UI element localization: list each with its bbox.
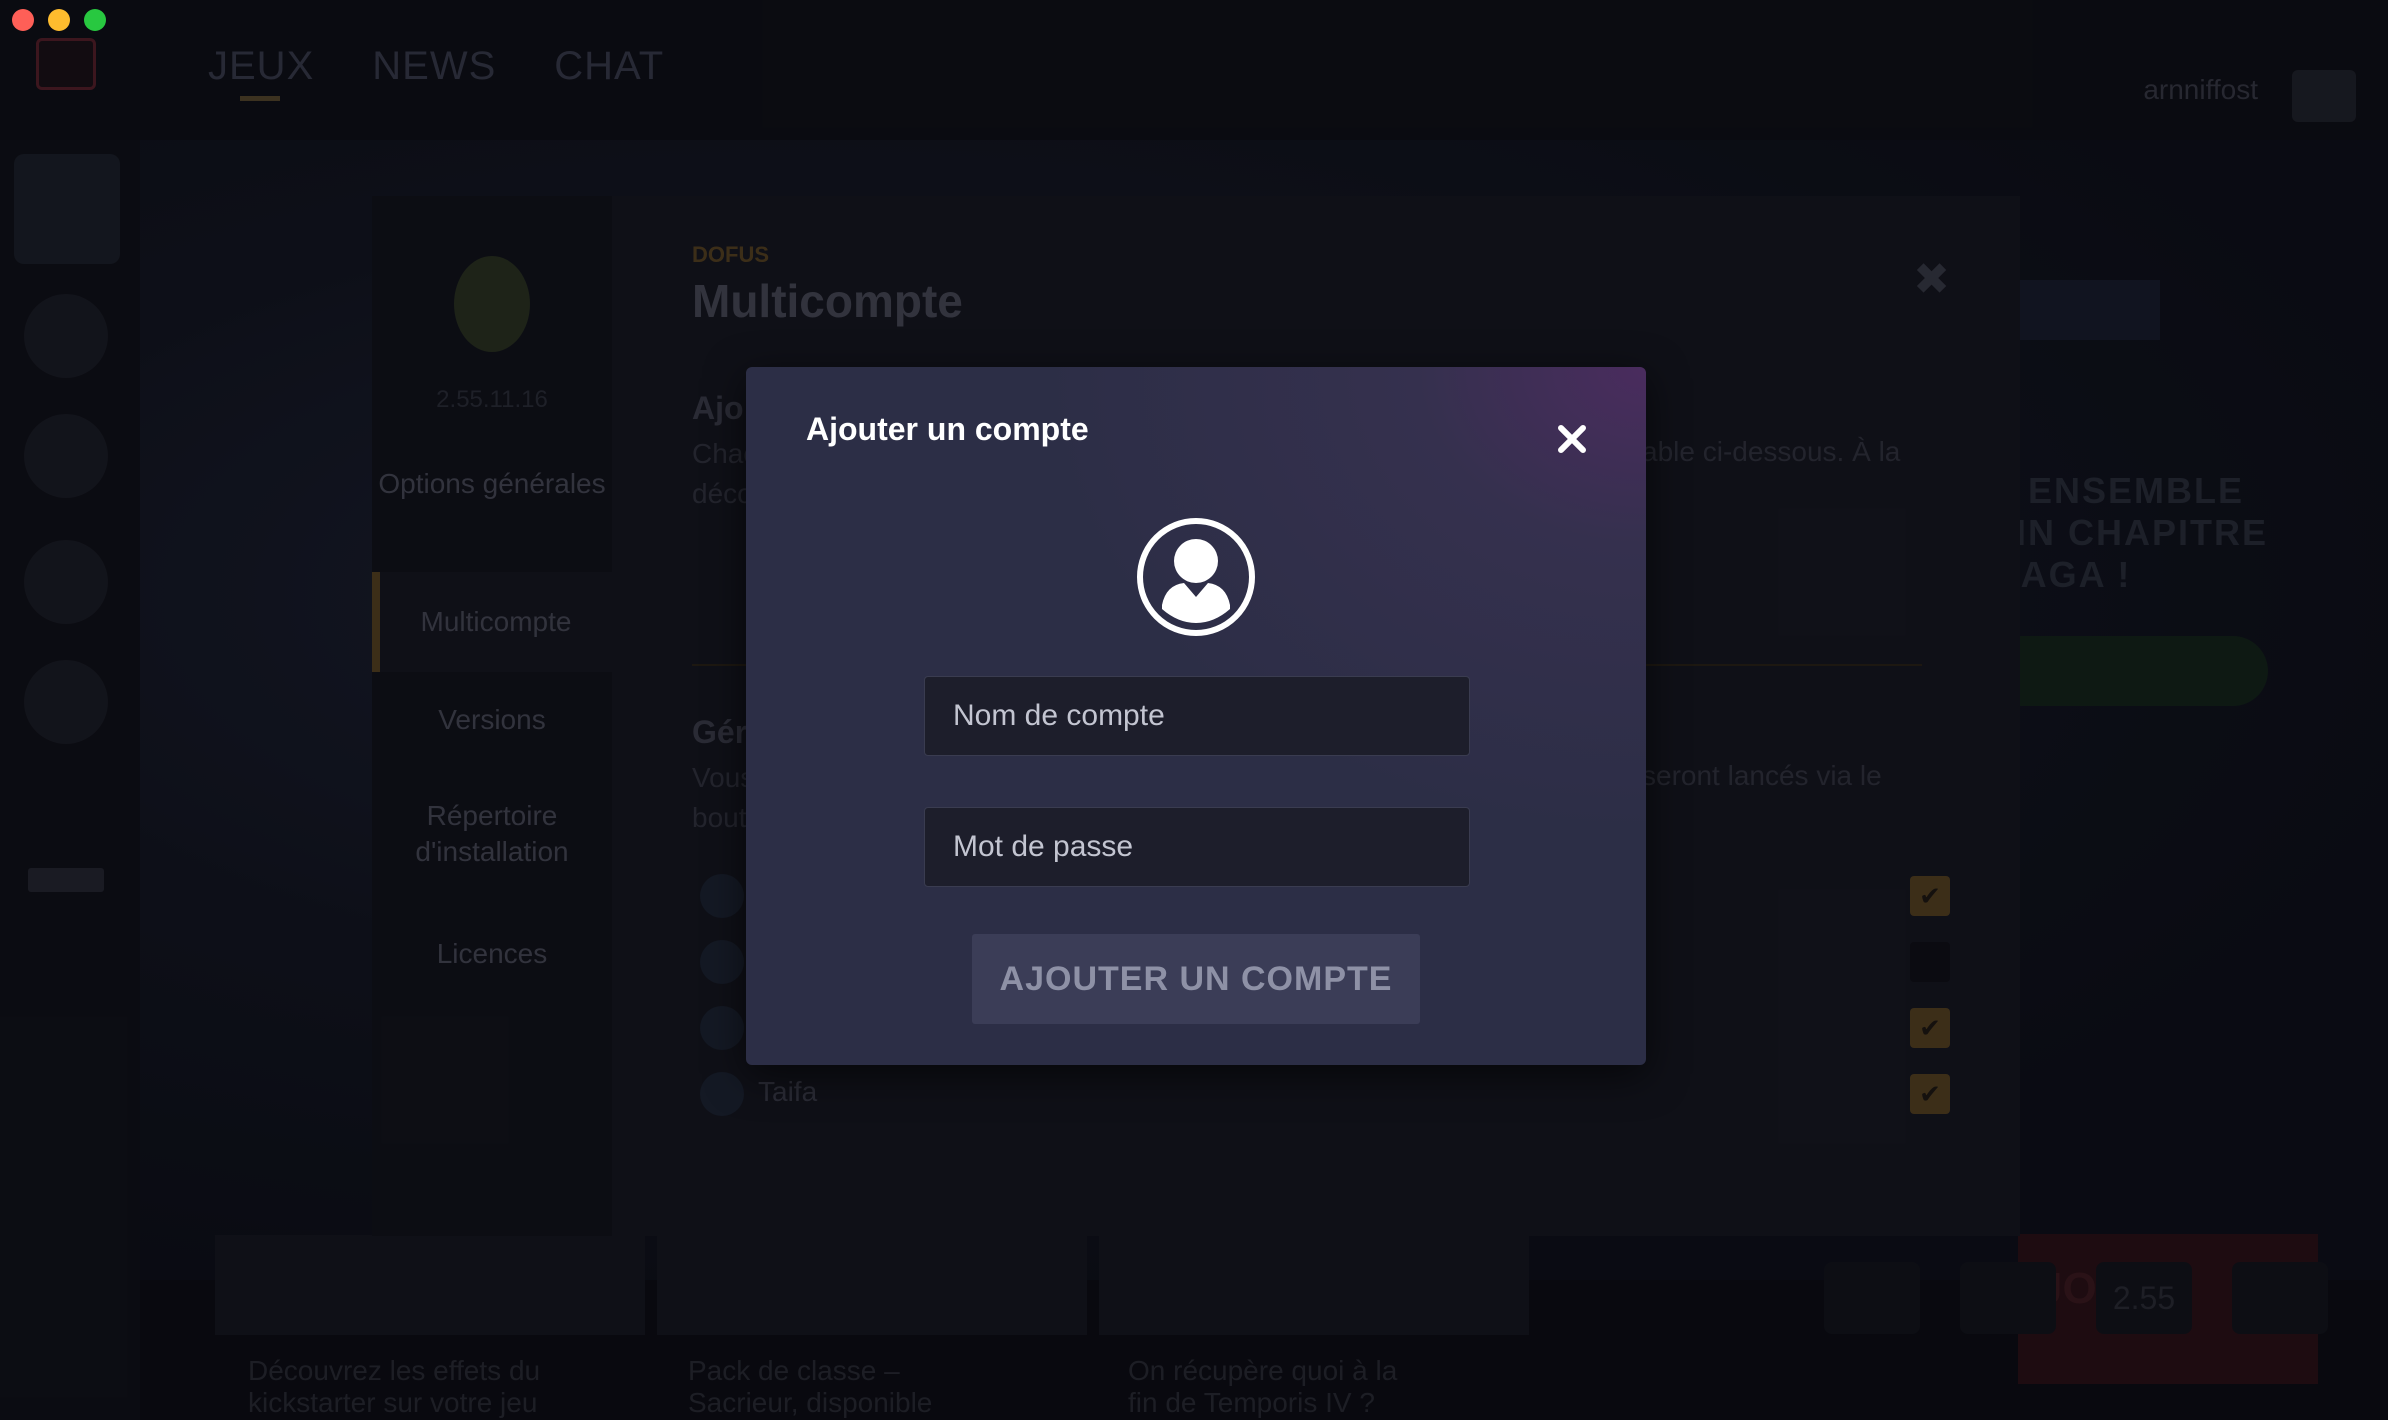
window-controls (12, 9, 106, 31)
chat-icon[interactable] (1824, 1262, 1920, 1334)
account-name-input[interactable] (924, 676, 1470, 756)
cart-icon[interactable] (1960, 1262, 2056, 1334)
section-text: Vous (692, 762, 755, 793)
account-avatar (700, 1072, 744, 1116)
settings-menu-install-dir[interactable]: Répertoire d'installation (372, 798, 612, 870)
minimize-window-button[interactable] (48, 9, 70, 31)
user-avatar[interactable] (2292, 70, 2356, 122)
news-caption[interactable]: Découvrez les effets du kickstarter sur … (248, 1355, 548, 1420)
game-version: 2.55.11.16 (436, 386, 548, 413)
account-row: Taifa ✔ (700, 1066, 1950, 1118)
add-account-dialog: Ajouter un compte AJOUTER UN COMPTE (746, 367, 1646, 1065)
settings-menu-general[interactable]: Options générales (372, 466, 612, 502)
account-checkbox[interactable]: ✔ (1910, 1008, 1950, 1048)
close-icon[interactable] (1556, 423, 1588, 455)
section-heading: Gér (692, 714, 748, 750)
news-caption[interactable]: On récupère quoi à la fin de Temporis IV… (1128, 1355, 1428, 1420)
close-window-button[interactable] (12, 9, 34, 31)
dofus-retro-game-icon[interactable] (24, 294, 108, 378)
nav-active-indicator (240, 96, 280, 101)
user-icon (1137, 518, 1255, 636)
page-title: Multicompte (692, 275, 963, 327)
nav-news[interactable]: NEWS (372, 44, 496, 89)
settings-menu-versions[interactable]: Versions (372, 702, 612, 738)
news-card[interactable] (1099, 1235, 1529, 1335)
news-card[interactable] (215, 1235, 645, 1335)
alpha-badge (28, 868, 104, 892)
account-checkbox[interactable]: ✔ (1910, 876, 1950, 916)
section-text: déco (692, 478, 753, 509)
ankama-logo-icon[interactable] (36, 38, 96, 90)
bottom-controls: 2.55 (1824, 1262, 2328, 1334)
username[interactable]: arnniffost (2143, 74, 2258, 106)
version-badge[interactable]: 2.55 (2096, 1262, 2192, 1334)
section-heading: Ajo (692, 390, 744, 426)
dofus-game-icon[interactable] (14, 154, 120, 264)
dofus-egg-icon (454, 256, 530, 352)
news-captions: Découvrez les effets du kickstarter sur … (248, 1355, 1428, 1420)
account-avatar (700, 874, 744, 918)
news-card[interactable] (657, 1235, 1087, 1335)
krosmaga-game-icon[interactable] (24, 540, 108, 624)
password-input[interactable] (924, 807, 1470, 887)
settings-menu-multicompte[interactable]: Multicompte (372, 572, 612, 672)
account-avatar (700, 1006, 744, 1050)
section-text: bout (692, 802, 747, 833)
account-name: Taifa (758, 1076, 818, 1107)
account-checkbox[interactable] (1910, 942, 1950, 982)
alpha-game-icon[interactable] (24, 660, 108, 744)
settings-menu-licences[interactable]: Licences (372, 936, 612, 972)
account-avatar (700, 940, 744, 984)
nav-games[interactable]: JEUX (208, 44, 314, 89)
top-bar: JEUX NEWS CHAT arnniffost (0, 0, 2388, 140)
news-caption[interactable]: Pack de classe – Sacrieur, disponible ju… (688, 1355, 988, 1420)
gear-icon[interactable] (2232, 1262, 2328, 1334)
section-text: able ci-dessous. À la (1642, 436, 1901, 467)
account-checkbox[interactable]: ✔ (1910, 1074, 1950, 1114)
dialog-title: Ajouter un compte (806, 411, 1089, 447)
add-account-button[interactable]: AJOUTER UN COMPTE (972, 934, 1420, 1024)
zoom-window-button[interactable] (84, 9, 106, 31)
section-text: seront lancés via le (1642, 760, 1882, 791)
nav-chat[interactable]: CHAT (554, 44, 664, 89)
section-kicker: DOFUS (692, 242, 769, 267)
top-nav: JEUX NEWS CHAT (208, 44, 664, 101)
wakfu-game-icon[interactable] (24, 414, 108, 498)
games-sidebar (0, 140, 140, 1420)
settings-sidebar: 2.55.11.16 Options générales Multicompte… (372, 196, 612, 1236)
settings-close-icon[interactable]: ✖ (1913, 254, 1950, 305)
news-strip (215, 1235, 1529, 1335)
